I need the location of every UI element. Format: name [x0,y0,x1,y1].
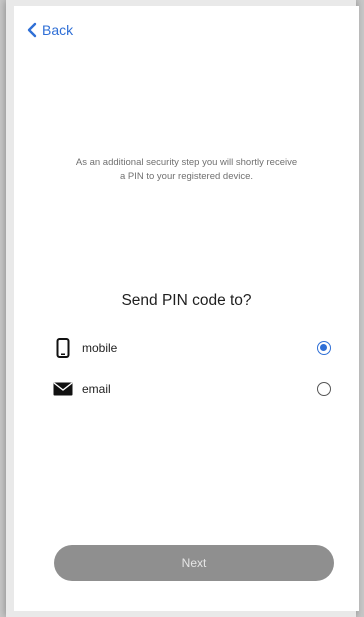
send-pin-prompt: Send PIN code to? [121,292,252,309]
option-email-label: email [82,382,111,396]
back-label: Back [42,22,74,38]
pin-method-screen: Back As an additional security step you … [14,6,359,611]
next-button[interactable]: Next [54,545,334,581]
email-radio[interactable] [317,382,331,396]
security-info-text: As an additional security step you will … [22,156,351,184]
security-info-line-1: As an additional security step you will … [75,157,298,168]
option-email[interactable]: email [52,377,331,401]
option-mobile[interactable]: mobile [52,336,331,360]
option-mobile-label: mobile [82,341,118,355]
back-button[interactable]: Back [26,22,73,38]
mobile-phone-icon [52,337,74,359]
envelope-icon [52,378,74,400]
mobile-radio[interactable] [317,341,331,355]
security-info-line-2: a PIN to your registered device. [119,171,254,182]
chevron-left-icon [26,22,38,38]
